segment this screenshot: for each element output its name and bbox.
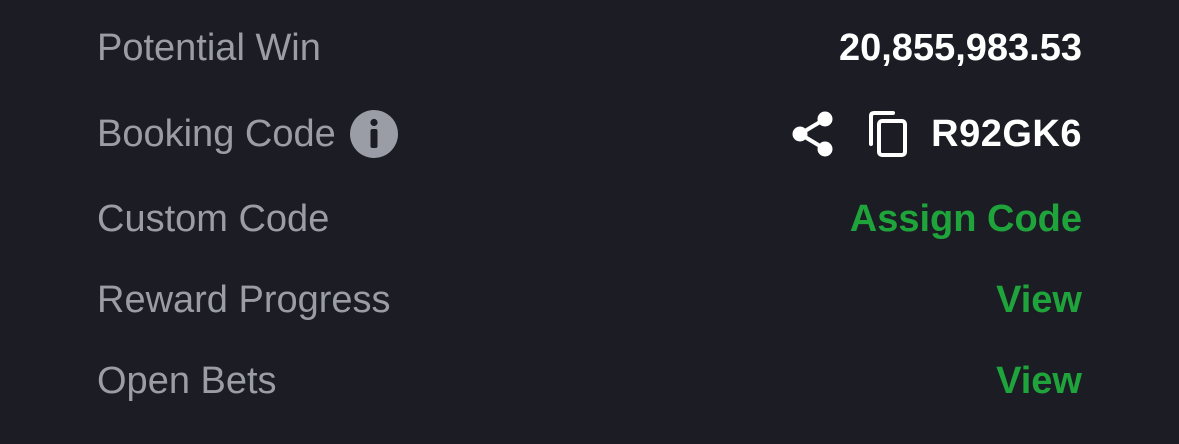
booking-code-value: R92GK6 (931, 112, 1082, 155)
bet-summary-panel: Potential Win 20,855,983.53 Booking Code (0, 0, 1179, 444)
potential-win-row: Potential Win 20,855,983.53 (97, 18, 1082, 78)
booking-code-row: Booking Code R92GK6 (97, 104, 1082, 164)
potential-win-value: 20,855,983.53 (838, 26, 1082, 69)
share-icon[interactable] (791, 110, 835, 158)
potential-win-label: Potential Win (97, 26, 321, 69)
custom-code-row: Custom Code Assign Code (97, 189, 1082, 249)
booking-code-label-group: Booking Code (97, 110, 398, 158)
reward-progress-view-link[interactable]: View (996, 279, 1082, 322)
reward-progress-row: Reward Progress View (97, 270, 1082, 330)
reward-progress-label: Reward Progress (97, 278, 391, 321)
assign-code-link[interactable]: Assign Code (850, 198, 1082, 241)
booking-code-value-group: R92GK6 (791, 110, 1082, 158)
open-bets-label: Open Bets (97, 359, 277, 402)
custom-code-label: Custom Code (97, 197, 330, 240)
info-circle-icon[interactable] (349, 110, 398, 158)
copy-icon[interactable] (865, 110, 909, 158)
open-bets-view-link[interactable]: View (996, 360, 1082, 403)
booking-code-label: Booking Code (97, 112, 336, 155)
open-bets-row: Open Bets View (97, 351, 1082, 411)
